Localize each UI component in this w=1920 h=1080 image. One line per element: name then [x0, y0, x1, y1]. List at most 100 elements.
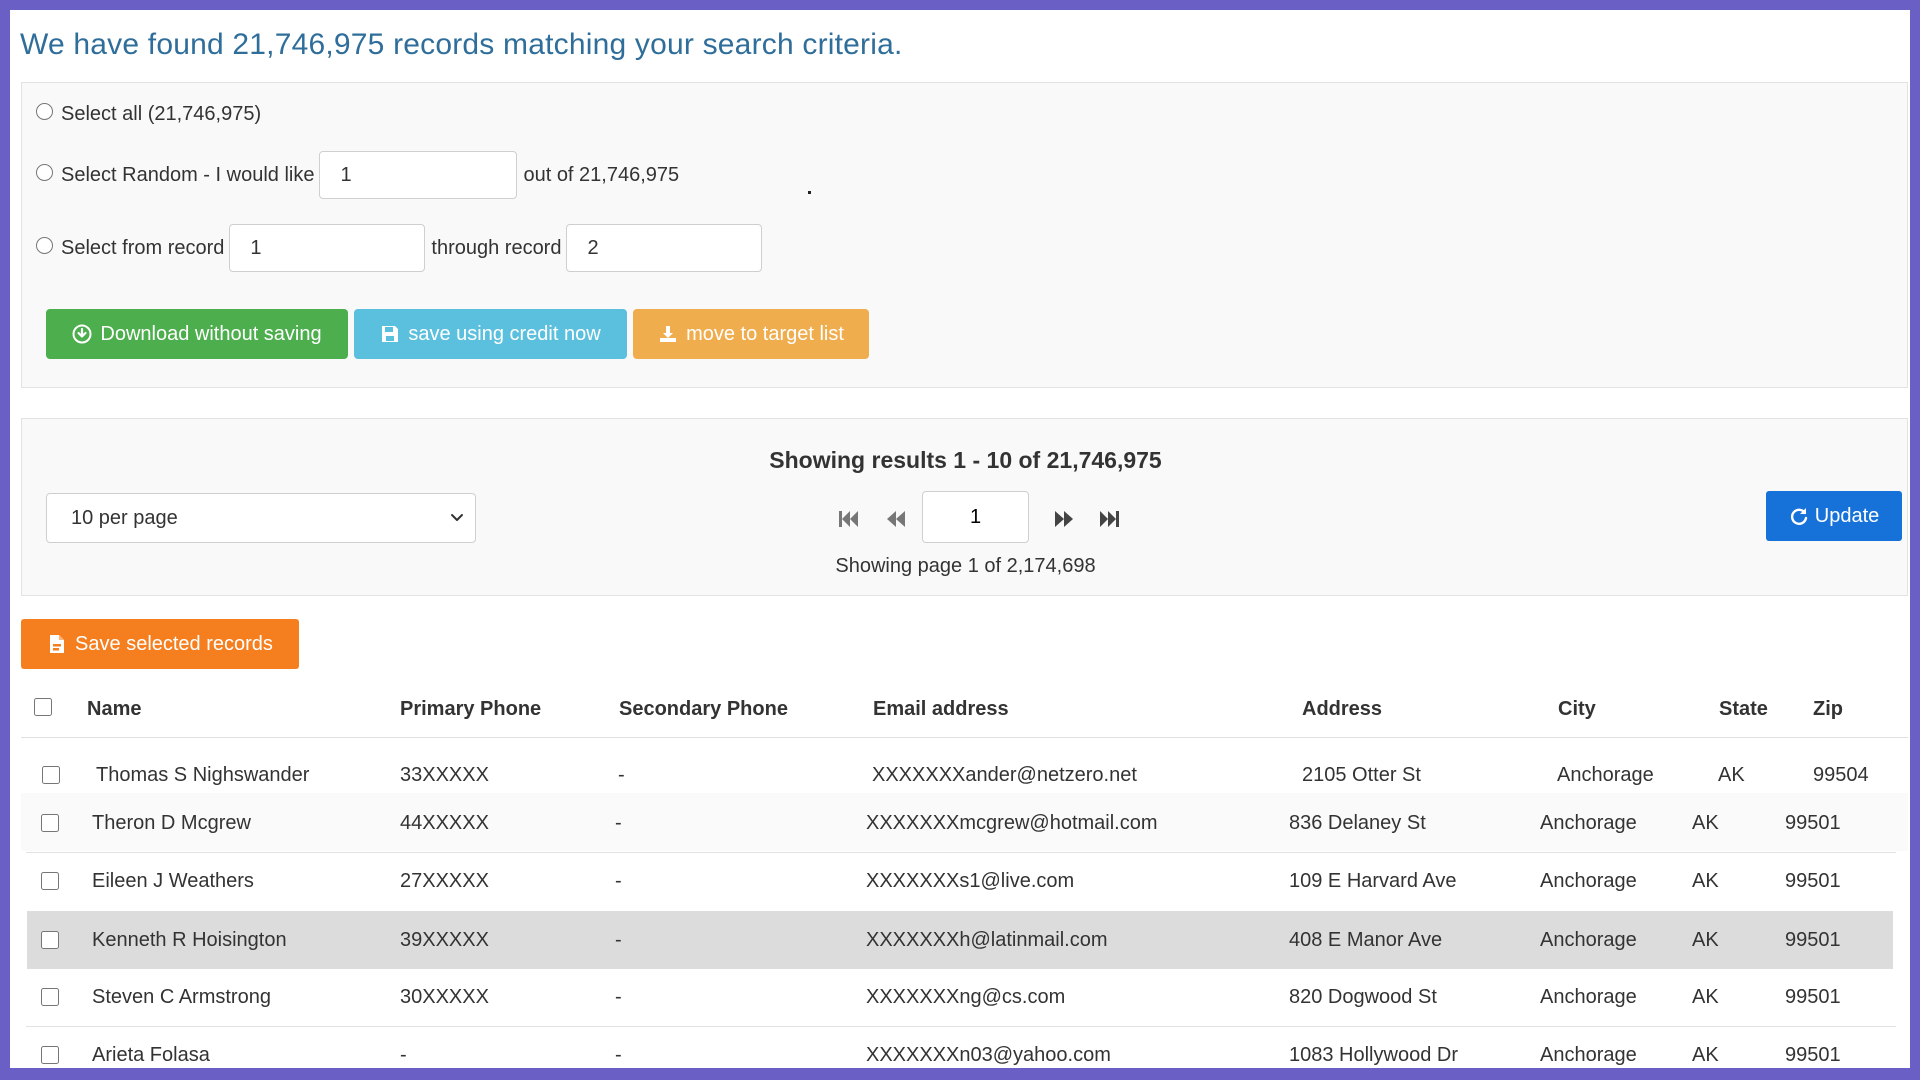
showing-results-title: Showing results 1 - 10 of 21,746,975 — [769, 447, 1162, 473]
cell-name: Kenneth R Hoisington — [92, 929, 287, 951]
cell-email: XXXXXXXander@netzero.net — [872, 764, 1137, 786]
move-target-button[interactable]: move to target list — [633, 309, 869, 359]
select-from-label: Select from record — [61, 236, 225, 259]
select-all-option[interactable]: Select all (21,746,975) — [36, 103, 266, 126]
cell-state: AK — [1692, 870, 1719, 892]
cell-zip: 99501 — [1785, 870, 1841, 892]
save-credit-button[interactable]: save using credit now — [354, 309, 627, 359]
cell-city: Anchorage — [1540, 929, 1637, 951]
cell-address: 836 Delaney St — [1289, 812, 1426, 834]
cell-primary-phone: 30XXXXX — [400, 986, 489, 1008]
cell-city: Anchorage — [1540, 812, 1637, 834]
cell-primary-phone: 27XXXXX — [400, 870, 489, 892]
table-row: Steven C Armstrong 30XXXXX - XXXXXXXng@c… — [21, 969, 1908, 1027]
row-checkbox[interactable] — [42, 766, 60, 784]
save-credit-label: save using credit now — [408, 322, 601, 345]
update-button[interactable]: Update — [1766, 491, 1902, 541]
cell-secondary-phone: - — [615, 986, 622, 1008]
select-all-label: Select all (21,746,975) — [61, 103, 262, 125]
cell-primary-phone: 33XXXXX — [400, 764, 489, 786]
cell-address: 1083 Hollywood Dr — [1289, 1044, 1458, 1066]
update-label: Update — [1814, 504, 1880, 527]
table-row-highlighted: Kenneth R Hoisington 39XXXXX - XXXXXXXh@… — [27, 911, 1893, 969]
refresh-icon — [1790, 508, 1807, 525]
results-headline: We have found 21,746,975 records matchin… — [20, 28, 903, 61]
page-number-input[interactable] — [922, 491, 1029, 543]
cell-email: XXXXXXXmcgrew@hotmail.com — [866, 812, 1158, 834]
cell-secondary-phone: - — [615, 929, 622, 951]
cell-city: Anchorage — [1540, 1044, 1637, 1066]
cell-secondary-phone: - — [615, 870, 622, 892]
first-page-icon[interactable] — [836, 507, 860, 531]
cell-address: 408 E Manor Ave — [1289, 929, 1443, 951]
random-count-input[interactable] — [319, 151, 518, 199]
next-page-icon[interactable] — [1052, 507, 1076, 531]
row-checkbox[interactable] — [41, 931, 59, 949]
previous-page-icon[interactable] — [884, 507, 908, 531]
row-checkbox[interactable] — [41, 1046, 59, 1064]
cell-primary-phone: 39XXXXX — [400, 929, 489, 951]
select-random-radio[interactable] — [36, 163, 53, 181]
cell-address: 2105 Otter St — [1302, 764, 1421, 786]
select-range-option: Select from record through record — [36, 224, 768, 272]
save-file-icon — [50, 635, 65, 653]
select-all-radio[interactable] — [36, 103, 53, 120]
row-checkbox[interactable] — [41, 872, 59, 890]
header-zip: Zip — [1813, 698, 1843, 720]
select-range-radio[interactable] — [36, 236, 53, 254]
header-state: State — [1719, 698, 1768, 720]
cell-state: AK — [1718, 764, 1745, 786]
move-target-label: move to target list — [686, 322, 844, 345]
table-row: Arieta Folasa - - XXXXXXXn03@yahoo.com 1… — [21, 1027, 1908, 1068]
cell-city: Anchorage — [1540, 986, 1637, 1008]
pagination-panel: Showing results 1 - 10 of 21,746,975 10 … — [21, 418, 1908, 596]
header-city: City — [1558, 698, 1596, 720]
cell-state: AK — [1692, 929, 1719, 951]
select-all-rows-checkbox[interactable] — [34, 698, 52, 716]
select-random-option: Select Random - I would like out of 21,7… — [36, 151, 684, 199]
cell-primary-phone: 44XXXXX — [400, 812, 489, 834]
cell-name: Thomas S Nighswander — [96, 764, 310, 786]
range-from-input[interactable] — [229, 224, 426, 272]
cell-primary-phone: - — [400, 1044, 407, 1066]
header-secondary-phone: Secondary Phone — [619, 698, 788, 720]
header-divider — [21, 737, 1908, 738]
save-selected-label: Save selected records — [75, 632, 273, 655]
per-page-value: 10 per page — [71, 506, 178, 529]
through-record-label: through record — [431, 236, 562, 259]
cell-address: 820 Dogwood St — [1289, 986, 1437, 1008]
row-checkbox[interactable] — [41, 814, 59, 832]
cell-zip: 99504 — [1813, 764, 1869, 786]
cell-name: Arieta Folasa — [92, 1044, 210, 1066]
cell-name: Steven C Armstrong — [92, 986, 271, 1008]
cell-name: Theron D Mcgrew — [92, 812, 251, 834]
cell-zip: 99501 — [1785, 929, 1841, 951]
move-target-icon — [660, 326, 677, 342]
select-random-prefix: Select Random - I would like — [61, 163, 315, 186]
row-checkbox[interactable] — [41, 988, 59, 1006]
stray-dot — [808, 191, 811, 194]
header-name: Name — [87, 698, 142, 720]
range-through-input[interactable] — [566, 224, 763, 272]
cell-city: Anchorage — [1557, 764, 1654, 786]
download-button[interactable]: Download without saving — [46, 309, 348, 359]
header-primary-phone: Primary Phone — [400, 698, 542, 720]
cell-zip: 99501 — [1785, 812, 1841, 834]
download-label: Download without saving — [100, 322, 322, 345]
cell-secondary-phone: - — [615, 1044, 622, 1066]
header-email: Email address — [873, 698, 1009, 720]
cell-address: 109 E Harvard Ave — [1289, 870, 1457, 892]
cell-zip: 99501 — [1785, 986, 1841, 1008]
save-floppy-icon — [382, 326, 399, 342]
cell-email: XXXXXXXng@cs.com — [866, 986, 1066, 1008]
selection-panel: Select all (21,746,975) Select Random - … — [21, 82, 1908, 388]
page-info: Showing page 1 of 2,174,698 — [835, 555, 1096, 577]
cell-state: AK — [1692, 1044, 1719, 1066]
page-frame: We have found 21,746,975 records matchin… — [10, 10, 1910, 1068]
chevron-down-icon — [451, 514, 463, 521]
cell-email: XXXXXXXn03@yahoo.com — [866, 1044, 1111, 1066]
last-page-icon[interactable] — [1098, 507, 1122, 531]
save-selected-button[interactable]: Save selected records — [21, 619, 299, 669]
per-page-select[interactable]: 10 per page — [46, 493, 476, 543]
header-address: Address — [1302, 698, 1383, 720]
